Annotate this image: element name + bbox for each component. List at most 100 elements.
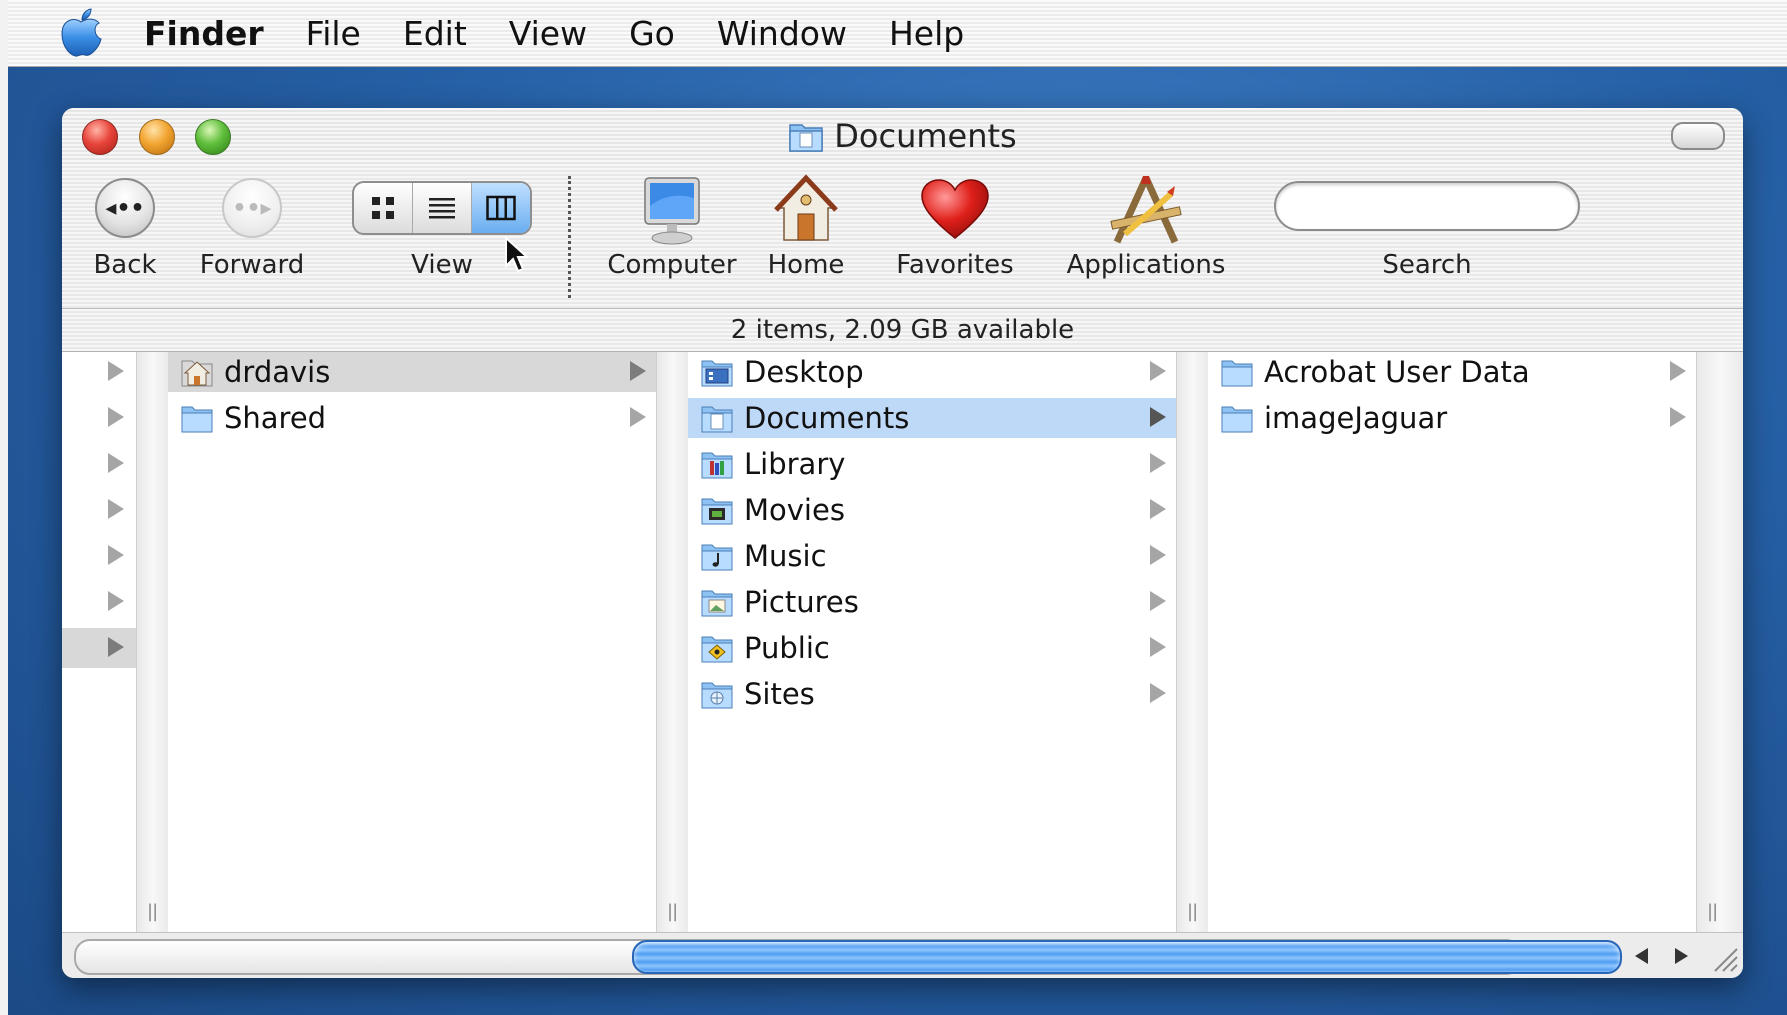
toolbar: ◂•• Back ••▸ Forward View Computer Home … (62, 164, 1743, 309)
disclosure-arrow-icon (1150, 591, 1166, 611)
list-item[interactable] (62, 536, 136, 576)
resize-grip-icon[interactable] (1709, 943, 1739, 973)
list-item-label: Shared (224, 401, 327, 435)
scroll-right-arrow-icon (1674, 948, 1688, 964)
folder-icon (181, 406, 213, 433)
computer-tool[interactable]: Computer (602, 164, 742, 308)
toolbar-toggle-button[interactable] (1671, 122, 1725, 150)
column-0[interactable] (62, 352, 136, 932)
forward-arrow-icon[interactable]: ••▸ (222, 178, 282, 238)
list-item-shared[interactable]: Shared (168, 398, 656, 438)
disclosure-arrow-icon (1670, 361, 1686, 381)
list-item-label: Movies (744, 493, 845, 527)
icon-view-button[interactable] (354, 183, 413, 233)
search-input[interactable] (1274, 181, 1580, 231)
forward-label: Forward (199, 250, 305, 280)
status-text: 2 items, 2.09 GB available (730, 315, 1075, 345)
list-item[interactable] (62, 490, 136, 530)
home-icon[interactable] (774, 174, 838, 246)
list-item-movies[interactable]: Movies (688, 490, 1176, 530)
pictures-folder-icon (701, 590, 733, 617)
list-item[interactable] (62, 444, 136, 484)
favorites-tool[interactable]: Favorites (890, 164, 1020, 308)
library-folder-icon (701, 452, 733, 479)
back-tool[interactable]: ◂•• Back (90, 164, 160, 308)
disclosure-arrow-icon (108, 637, 124, 657)
sites-folder-icon (701, 682, 733, 709)
movies-folder-icon (701, 498, 733, 525)
icon-grid-icon (372, 197, 394, 219)
home-tool[interactable]: Home (750, 164, 862, 308)
list-item-label: Public (744, 631, 830, 665)
list-item[interactable] (62, 628, 136, 668)
list-item-label: Acrobat User Data (1264, 355, 1530, 389)
finder-window: Documents ◂•• Back ••▸ Forward View Comp… (62, 108, 1743, 978)
column-resize-handle[interactable]: || (656, 352, 690, 932)
column-view-button[interactable] (472, 183, 530, 233)
list-item[interactable] (62, 398, 136, 438)
disclosure-arrow-icon (1670, 407, 1686, 427)
list-item[interactable] (62, 582, 136, 622)
search-label: Search (1382, 250, 1472, 280)
forward-tool[interactable]: ••▸ Forward (192, 164, 312, 308)
menu-file[interactable]: File (306, 14, 361, 53)
column-3[interactable]: Acrobat User Data imageJaguar (1208, 352, 1696, 932)
list-item-acrobat-user-data[interactable]: Acrobat User Data (1208, 352, 1696, 392)
column-resize-handle[interactable]: || (1176, 352, 1210, 932)
back-arrow-icon[interactable]: ◂•• (95, 178, 155, 238)
list-item-drdavis[interactable]: drdavis (168, 352, 656, 392)
list-item-sites[interactable]: Sites (688, 674, 1176, 714)
list-view-button[interactable] (413, 183, 472, 233)
folder-icon (1221, 360, 1253, 387)
column-1[interactable]: drdavis Shared (168, 352, 656, 932)
window-title: Documents (834, 117, 1017, 155)
menu-edit[interactable]: Edit (403, 14, 467, 53)
list-item-imagejaguar[interactable]: imageJaguar (1208, 398, 1696, 438)
scroll-left-button[interactable] (1624, 939, 1658, 973)
menu-go[interactable]: Go (629, 14, 675, 53)
grip-icon: || (1707, 901, 1718, 922)
scroll-thumb[interactable] (632, 940, 1622, 974)
applications-icon[interactable] (1105, 174, 1187, 246)
view-segmented-control[interactable] (352, 181, 532, 235)
horizontal-scrollbar[interactable] (62, 932, 1743, 978)
documents-folder-icon (701, 406, 733, 433)
menu-window[interactable]: Window (717, 14, 847, 53)
list-item-pictures[interactable]: Pictures (688, 582, 1176, 622)
list-item-label: drdavis (224, 355, 331, 389)
list-item-public[interactable]: Public (688, 628, 1176, 668)
apple-menu-icon[interactable] (58, 8, 104, 58)
list-item-desktop[interactable]: Desktop (688, 352, 1176, 392)
toolbar-separator (568, 176, 571, 298)
disclosure-arrow-icon (1150, 361, 1166, 381)
disclosure-arrow-icon (108, 499, 124, 519)
list-item-library[interactable]: Library (688, 444, 1176, 484)
scroll-right-button[interactable] (1664, 939, 1698, 973)
disclosure-arrow-icon (108, 545, 124, 565)
disclosure-arrow-icon (1150, 545, 1166, 565)
list-item-documents[interactable]: Documents (688, 398, 1176, 438)
list-item-label: Library (744, 447, 846, 481)
list-item-label: Music (744, 539, 827, 573)
disclosure-arrow-icon (1150, 453, 1166, 473)
title-bar[interactable]: Documents (62, 108, 1743, 164)
documents-folder-icon (789, 124, 824, 152)
list-item[interactable] (62, 352, 136, 392)
list-item-label: Desktop (744, 355, 864, 389)
menu-help[interactable]: Help (889, 14, 964, 53)
menu-finder[interactable]: Finder (144, 14, 264, 53)
folder-icon (1221, 406, 1253, 433)
search-tool: Search (1272, 164, 1582, 308)
disclosure-arrow-icon (108, 453, 124, 473)
menu-view[interactable]: View (509, 14, 587, 53)
home-label: Home (767, 250, 845, 280)
mouse-cursor-icon (505, 236, 528, 273)
column-resize-handle[interactable]: || (136, 352, 170, 932)
list-item-music[interactable]: Music (688, 536, 1176, 576)
favorites-label: Favorites (896, 250, 1014, 280)
computer-icon[interactable] (639, 176, 705, 248)
applications-tool[interactable]: Applications (1056, 164, 1236, 308)
column-2[interactable]: Desktop Documents Library Movies Music P… (688, 352, 1176, 932)
heart-icon[interactable] (920, 178, 990, 242)
column-resize-handle[interactable]: || (1696, 352, 1743, 932)
